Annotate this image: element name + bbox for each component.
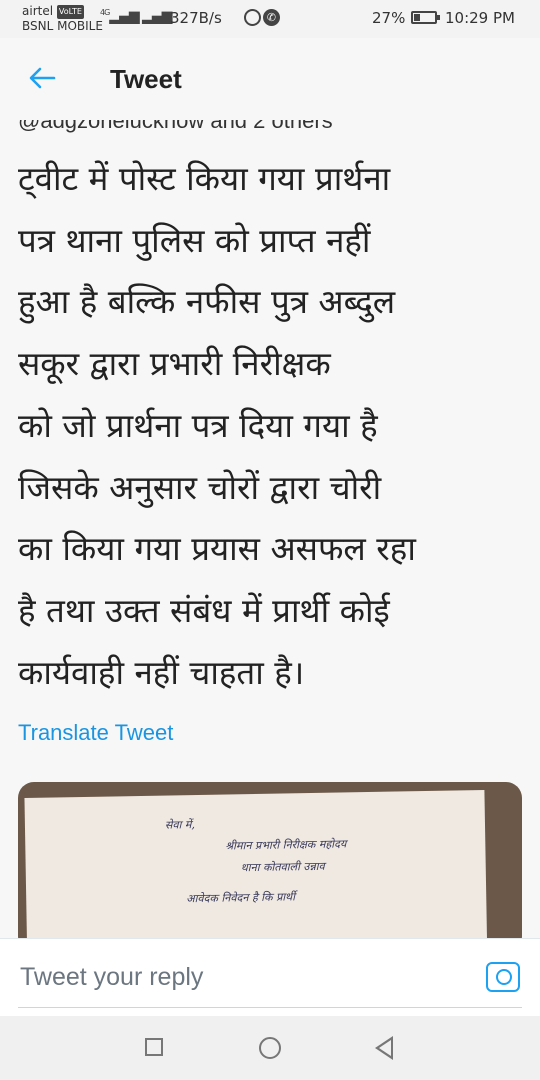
handwriting-line: आवेदक निवेदन है कि प्रार्थी (186, 890, 296, 906)
tweet-line: को जो प्रार्थना पत्र दिया गया है (18, 405, 378, 445)
tweet-line: हुआ है बल्कि नफीस पुत्र अब्दुल (18, 282, 396, 322)
tweet-media-image[interactable]: सेवा में, श्रीमान प्रभारी निरीक्षक महोदय… (18, 782, 522, 938)
tweet-line: सकूर द्वारा प्रभारी निरीक्षक (18, 344, 331, 384)
data-speed: 327B/s (170, 9, 222, 27)
tweet-line: ट्वीट में पोस्ट किया गया प्रार्थना (18, 159, 391, 198)
recent-apps-icon[interactable] (145, 1038, 163, 1056)
phone-icon: ✆ (263, 9, 280, 26)
reply-input[interactable]: Tweet your reply (20, 963, 203, 992)
status-bar: airtel VoLTE BSNL MOBILE 4G▂▄▆ ▂▄▆ 327B/… (0, 0, 540, 38)
home-icon[interactable] (259, 1037, 281, 1059)
arrow-left-icon (29, 67, 56, 89)
translate-tweet-link[interactable]: Translate Tweet (18, 720, 173, 746)
signal-icon: 4G▂▄▆ ▂▄▆ (100, 8, 172, 25)
tweet-line: कार्यवाही नहीं चाहता है। (18, 652, 305, 692)
handwriting-line: श्रीमान प्रभारी निरीक्षक महोदय (225, 837, 347, 853)
page-title: Tweet (110, 64, 182, 94)
network-type: 4G (100, 8, 110, 17)
carrier-name-2: BSNL MOBILE (22, 18, 103, 33)
back-arrow-icon[interactable] (26, 62, 60, 96)
battery-percent: 27% (372, 9, 406, 27)
handwriting-line: थाना कोतवाली उन्नाव (240, 859, 325, 875)
tweet-line: पत्र थाना पुलिस को प्राप्त नहीं (18, 220, 371, 260)
tweet-body: ट्वीट में पोस्ट किया गया प्रार्थना पत्र … (18, 148, 528, 703)
carrier-name-1: airtel (22, 4, 54, 18)
battery-icon (411, 11, 440, 24)
camera-icon[interactable] (486, 962, 520, 992)
reply-underline (18, 1007, 522, 1008)
clock: 10:29 PM (445, 9, 515, 27)
tweet-detail: @adgzonelucknow and 2 others ट्वीट में प… (0, 104, 540, 938)
app-header: Tweet (0, 38, 540, 120)
whatsapp-icon (244, 9, 261, 26)
volte-badge: VoLTE (56, 4, 84, 19)
handwritten-letter: सेवा में, श्रीमान प्रभारी निरीक्षक महोदय… (24, 789, 488, 938)
carrier-info: airtel VoLTE BSNL MOBILE (22, 4, 103, 33)
handwriting-line: सेवा में, (164, 818, 196, 832)
android-nav-bar (0, 1016, 540, 1080)
tweet-line: का किया गया प्रयास असफल रहा (18, 529, 416, 569)
nav-back-icon[interactable] (375, 1036, 393, 1060)
tweet-line: है तथा उक्त संबंध में प्रार्थी कोई (18, 590, 390, 630)
tweet-line: जिसके अनुसार चोरों द्वारा चोरी (18, 467, 382, 507)
reply-composer: Tweet your reply (0, 938, 540, 1016)
